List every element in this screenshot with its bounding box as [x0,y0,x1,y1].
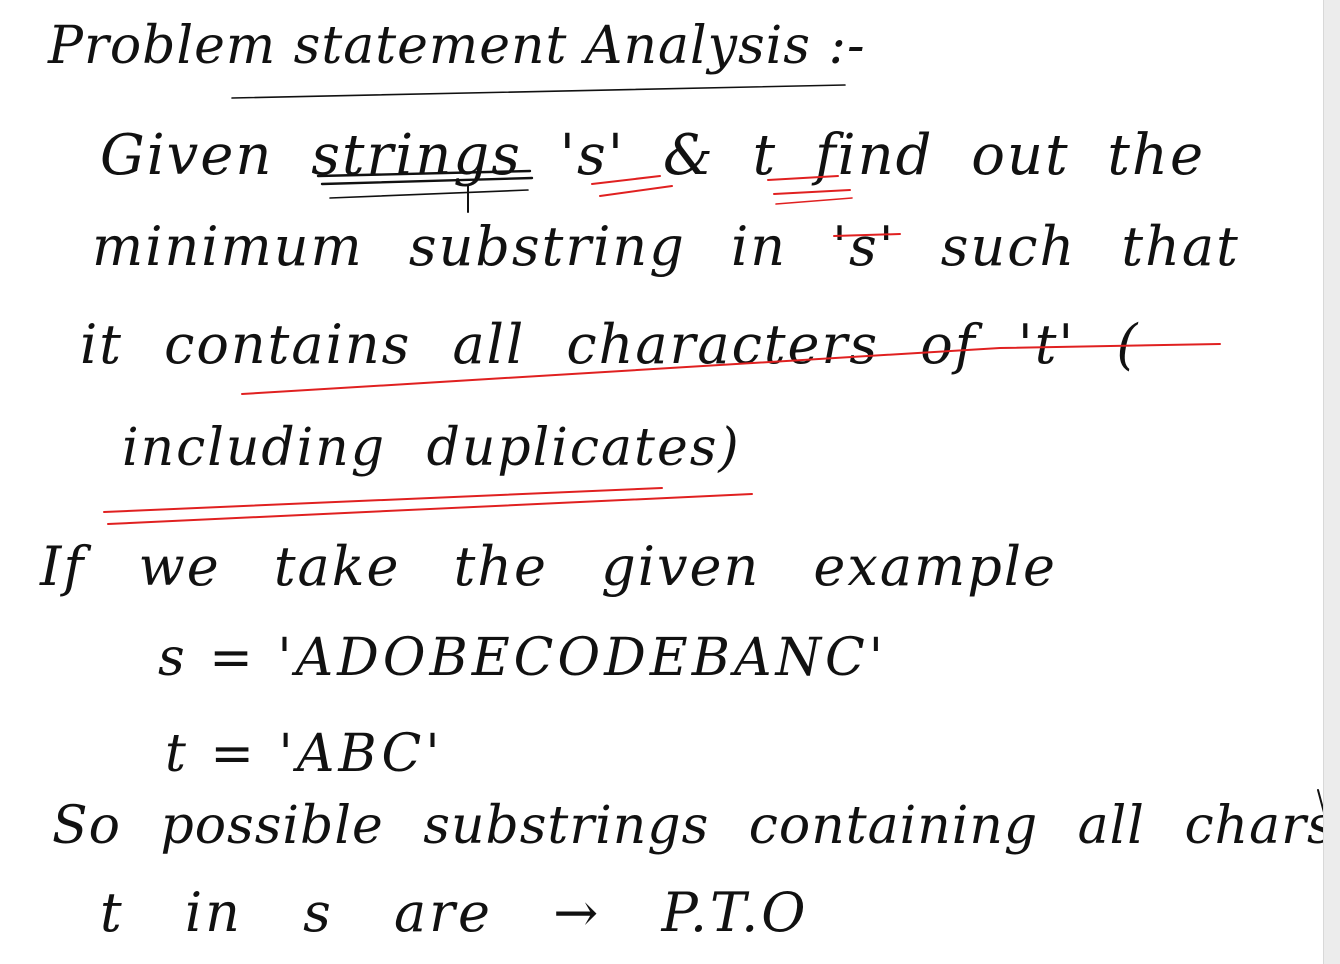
duplicates-underline-2 [107,493,753,525]
note-line-8: So possible substrings containing all ch… [52,796,1340,856]
note-title: Problem statement Analysis :- [48,16,866,76]
t-highlight-3 [775,197,853,205]
note-line-7: t = 'ABC' [165,724,444,784]
strings-underline-3 [329,189,529,199]
note-line-5: If we take the given example [40,535,1058,598]
note-line-1: Given strings 's' & t find out the [100,123,1206,188]
note-line-4: including duplicates) [122,418,741,478]
note-line-6: s = 'ADOBECODEBANC' [158,628,888,688]
note-page: Problem statement Analysis :- Given stri… [0,0,1340,964]
duplicates-underline-1 [103,487,663,513]
note-line-2: minimum substring in 's' such that [92,215,1240,278]
title-underline [231,84,846,99]
note-line-9: t in s are → P.T.O [100,881,809,944]
scrollbar-track[interactable] [1323,0,1340,964]
t-highlight-2 [773,189,851,195]
note-line-3: it contains all characters of 't' ( [80,313,1140,376]
